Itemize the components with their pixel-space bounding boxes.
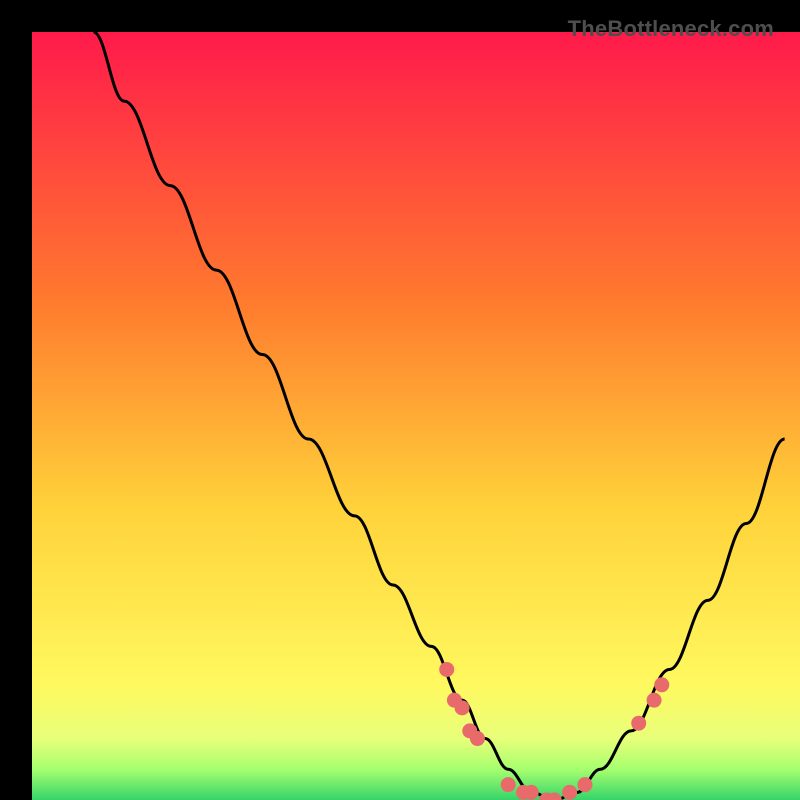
bottleneck-chart bbox=[32, 32, 800, 800]
sample-marker bbox=[470, 731, 485, 746]
chart-frame: TheBottleneck.com bbox=[16, 16, 784, 784]
sample-marker bbox=[501, 777, 516, 792]
sample-marker bbox=[524, 785, 539, 800]
sample-marker bbox=[631, 716, 646, 731]
sample-marker bbox=[455, 700, 470, 715]
watermark-text: TheBottleneck.com bbox=[568, 16, 774, 42]
sample-marker bbox=[654, 677, 669, 692]
sample-marker bbox=[577, 777, 592, 792]
sample-marker bbox=[439, 662, 454, 677]
sample-marker bbox=[647, 693, 662, 708]
sample-marker bbox=[562, 785, 577, 800]
